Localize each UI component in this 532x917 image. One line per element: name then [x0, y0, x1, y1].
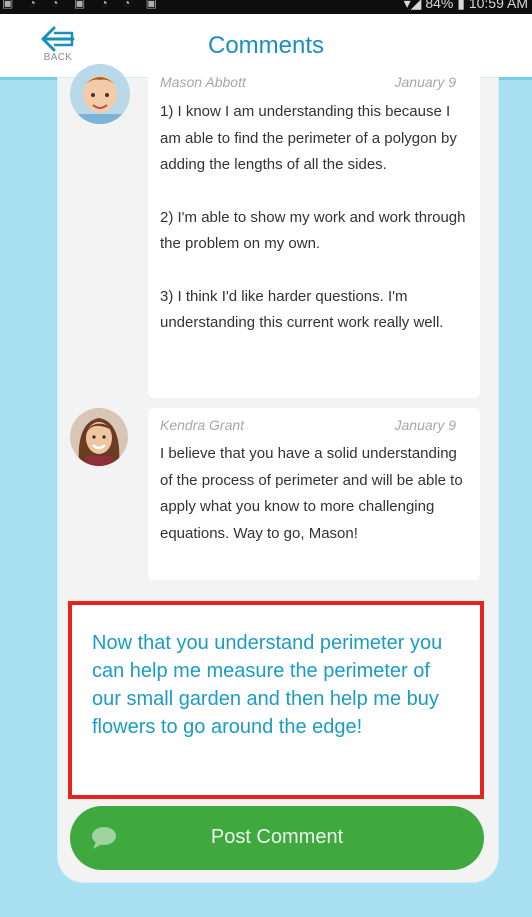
- comment-paragraph: I believe that you have a solid understa…: [160, 445, 463, 542]
- teacher-avatar-icon: [70, 408, 128, 466]
- comment-input[interactable]: Now that you understand perimeter you ca…: [68, 601, 484, 799]
- status-bar-right: ▾◢ 84% ▮ 10:59 AM: [403, 0, 528, 11]
- speech-bubble-icon: [92, 827, 116, 849]
- comment-paragraph: 1) I know I am understanding this becaus…: [160, 103, 457, 173]
- status-bar: ▣ ◔ ◔ ▣ ◔ ◔ ▣ ▾◢ 84% ▮ 10:59 AM: [0, 0, 532, 14]
- comment-bubble: Mason Abbott January 9 1) I know I am un…: [148, 72, 480, 398]
- avatar: [70, 64, 130, 124]
- comment-author: Mason Abbott: [160, 74, 246, 90]
- comment-paragraph: 2) I'm able to show my work and work thr…: [160, 208, 466, 253]
- comment-text: I believe that you have a solid understa…: [160, 441, 468, 547]
- comment-paragraph: 3) I think I'd like harder questions. I'…: [160, 287, 444, 332]
- comment-text: 1) I know I am understanding this becaus…: [160, 99, 468, 337]
- comment-meta: Mason Abbott January 9: [160, 74, 468, 94]
- comment-bubble: Kendra Grant January 9 I believe that yo…: [148, 408, 480, 580]
- page-title: Comments: [207, 32, 325, 59]
- post-comment-button[interactable]: Post Comment: [70, 806, 484, 870]
- student-avatar-icon: [70, 64, 130, 124]
- comment-date: January 9: [394, 417, 456, 433]
- comment-date: January 9: [394, 74, 456, 90]
- avatar: [70, 408, 128, 466]
- comment-meta: Kendra Grant January 9: [160, 417, 468, 437]
- post-comment-label: Post Comment: [210, 826, 344, 848]
- notification-icons: ▣ ◔ ◔ ▣ ◔ ◔ ▣: [2, 0, 164, 10]
- comment-author: Kendra Grant: [160, 417, 245, 433]
